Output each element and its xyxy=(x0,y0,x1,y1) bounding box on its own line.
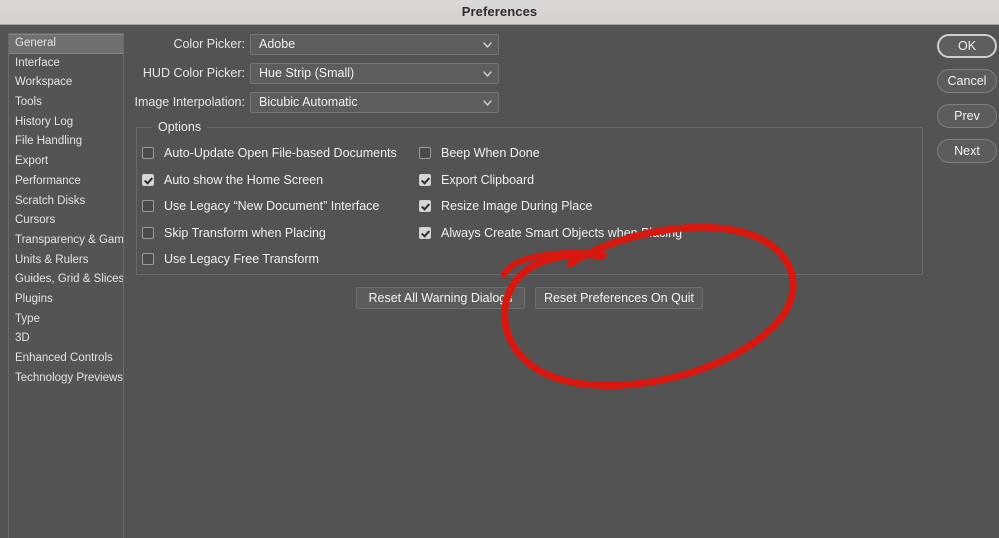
sidebar-item-3d[interactable]: 3D xyxy=(9,329,123,349)
sidebar-item-label: File Handling xyxy=(15,135,83,148)
checkbox-unchecked-icon[interactable] xyxy=(419,147,431,159)
sidebar-item-label: Enhanced Controls xyxy=(15,352,113,364)
sidebar-item-enhanced-controls[interactable]: Enhanced Controls xyxy=(9,349,123,369)
sidebar-item-guides-grid-slices[interactable]: Guides, Grid & Slices xyxy=(9,270,123,290)
button-reset-all-warning-dialogs[interactable]: Reset All Warning Dialogs xyxy=(356,287,525,309)
button-next[interactable]: Next xyxy=(937,139,997,163)
sidebar-item-label: Performance xyxy=(15,174,81,187)
form-label: HUD Color Picker: xyxy=(142,66,245,80)
options-groupbox-label: Options xyxy=(152,120,208,135)
checkbox-label: Always Create Smart Objects when Placing xyxy=(441,225,683,240)
dropdown-color-picker[interactable]: Adobe xyxy=(250,34,499,55)
dropdown-value: Adobe xyxy=(259,37,296,51)
checkbox-label: Skip Transform when Placing xyxy=(164,225,326,240)
dropdown-image-interpolation[interactable]: Bicubic Automatic xyxy=(250,92,499,113)
checkbox-unchecked-icon[interactable] xyxy=(142,226,154,239)
button-ok[interactable]: OK xyxy=(937,34,997,58)
sidebar-item-label: Technology Previews xyxy=(15,371,124,384)
sidebar-item-performance[interactable]: Performance xyxy=(9,172,123,192)
sidebar-item-transparency-gamut[interactable]: Transparency & Gamut xyxy=(9,231,123,251)
window-titlebar: Preferences xyxy=(0,0,999,25)
form-row: Color Picker: xyxy=(0,34,245,55)
checkbox-checked-icon[interactable] xyxy=(419,173,431,186)
form-row: HUD Color Picker: xyxy=(0,63,245,84)
checkbox-checked-icon[interactable] xyxy=(142,173,154,186)
checkbox-unchecked-icon[interactable] xyxy=(142,253,154,265)
button-cancel[interactable]: Cancel xyxy=(937,69,997,93)
sidebar-item-label: History Log xyxy=(15,115,74,128)
button-prev[interactable]: Prev xyxy=(937,104,997,128)
sidebar-item-history-log[interactable]: History Log xyxy=(9,113,123,133)
sidebar-item-label: Plugins xyxy=(15,292,53,305)
dropdown-hud-color-picker[interactable]: Hue Strip (Small) xyxy=(250,63,499,84)
sidebar-item-label: Cursors xyxy=(15,214,56,227)
checkbox-label: Auto-Update Open File-based Documents xyxy=(164,146,397,160)
checkbox-checked-icon[interactable] xyxy=(419,226,431,239)
sidebar-item-label: Type xyxy=(15,312,40,325)
dropdown-value: Hue Strip (Small) xyxy=(259,66,355,80)
sidebar-item-cursors[interactable]: Cursors xyxy=(9,211,123,231)
sidebar-item-technology-previews[interactable]: Technology Previews xyxy=(9,369,123,389)
checkbox-label: Auto show the Home Screen xyxy=(164,172,324,187)
sidebar-item-label: Scratch Disks xyxy=(15,194,86,207)
form-label: Color Picker: xyxy=(173,37,245,51)
checkbox-unchecked-icon[interactable] xyxy=(142,147,154,159)
checkbox-label: Export Clipboard xyxy=(441,172,535,187)
sidebar-item-file-handling[interactable]: File Handling xyxy=(9,132,123,152)
preferences-dialog: Preferences General Interface Workspace Too… xyxy=(0,0,999,538)
sidebar-item-scratch-disks[interactable]: Scratch Disks xyxy=(9,192,123,212)
sidebar-item-label: 3D xyxy=(15,332,30,345)
chevron-down-icon xyxy=(483,70,492,78)
chevron-down-icon xyxy=(483,41,492,49)
sidebar-item-export[interactable]: Export xyxy=(9,152,123,172)
checkbox-label: Resize Image During Place xyxy=(441,199,593,213)
sidebar-item-units-rulers[interactable]: Units & Rulers xyxy=(9,251,123,271)
form-row: Image Interpolation: xyxy=(0,92,246,113)
button-reset-preferences-on-quit[interactable]: Reset Preferences On Quit xyxy=(535,287,703,309)
sidebar-item-plugins[interactable]: Plugins xyxy=(9,290,123,310)
dropdown-value: Bicubic Automatic xyxy=(259,95,358,109)
checkbox-checked-icon[interactable] xyxy=(419,200,431,212)
sidebar-item-type[interactable]: Type xyxy=(9,310,123,330)
form-label: Image Interpolation: xyxy=(134,95,246,109)
sidebar-item-label: Guides, Grid & Slices xyxy=(15,273,124,286)
window-title: Preferences xyxy=(461,4,538,19)
checkbox-label: Beep When Done xyxy=(441,146,540,160)
sidebar-item-label: Transparency & Gamut xyxy=(15,233,124,246)
checkbox-label: Use Legacy “New Document” Interface xyxy=(164,199,380,213)
checkbox-label: Use Legacy Free Transform xyxy=(164,252,319,266)
sidebar-item-label: Units & Rulers xyxy=(15,253,89,266)
chevron-down-icon xyxy=(483,99,492,107)
sidebar-item-label: Export xyxy=(15,155,49,168)
checkbox-unchecked-icon[interactable] xyxy=(142,200,154,212)
